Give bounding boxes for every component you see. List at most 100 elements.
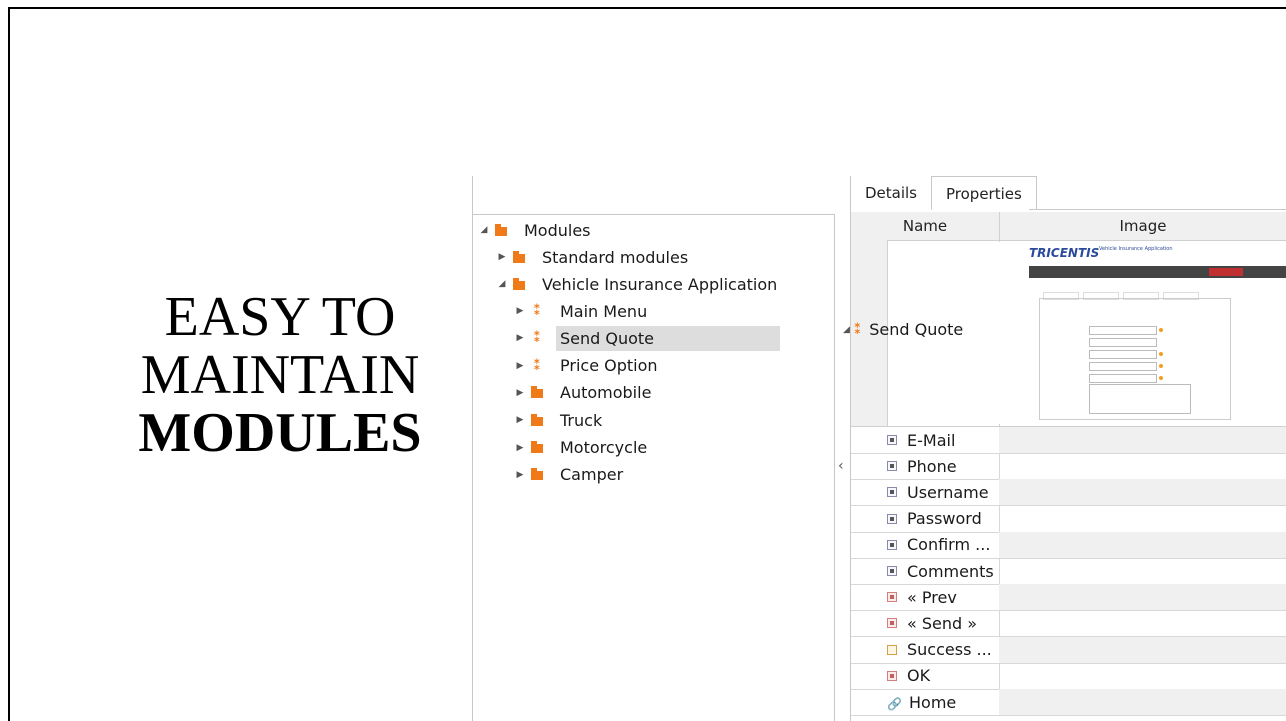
tree-item-price-option[interactable]: ▶ ⁑ Price Option — [514, 353, 662, 379]
tab-details[interactable]: Details — [851, 176, 933, 210]
row-stub — [851, 584, 887, 610]
field-row[interactable]: Username — [851, 479, 1286, 507]
row-stub — [851, 558, 887, 584]
tree-item-main-menu[interactable]: ▶ ⁑ Main Menu — [514, 298, 651, 324]
module-screenshot-thumbnail[interactable]: TRICENTIS Vehicle Insurance Application — [999, 242, 1286, 424]
expanded-arrow-icon[interactable]: ◢ — [496, 279, 508, 289]
field-image-cell — [999, 689, 1286, 715]
field-row[interactable]: Password — [851, 505, 1286, 533]
module-icon: ⁑ — [533, 357, 541, 374]
field-row[interactable]: E-Mail — [851, 427, 1286, 454]
button-field-icon — [887, 618, 897, 629]
field-label: Comments — [907, 561, 994, 581]
field-row[interactable]: « Send » — [851, 610, 1286, 638]
button-field-icon — [887, 670, 897, 681]
field-row[interactable]: Comments — [851, 558, 1286, 585]
expanded-arrow-icon[interactable]: ◢ — [478, 225, 490, 235]
tree-item-label: Main Menu — [560, 301, 648, 321]
input-field-icon — [887, 487, 897, 498]
module-icon: ⁑ — [533, 303, 541, 319]
thumbnail-required-mark — [1159, 376, 1163, 380]
field-name-cell: « Prev — [887, 584, 1000, 611]
tree-item-truck[interactable]: ▶ Truck — [514, 407, 606, 433]
field-image-cell — [999, 531, 1286, 558]
tree-item-standard-modules[interactable]: ▶ Standard modules — [496, 244, 692, 270]
thumbnail-field — [1089, 350, 1157, 359]
field-label: Home — [909, 692, 957, 712]
folder-icon — [528, 386, 546, 400]
field-name-cell: Success ... — [887, 636, 1000, 663]
field-label: « Prev — [907, 587, 957, 607]
thumbnail-comment-box — [1089, 384, 1191, 414]
thumbnail-app-title: Vehicle Insurance Application — [1099, 246, 1173, 252]
tree-border — [834, 214, 835, 721]
tree-item-vehicle-insurance-application[interactable]: ◢ Vehicle Insurance Application — [496, 271, 781, 297]
field-name-cell: OK — [887, 662, 1000, 689]
thumbnail-required-mark — [1159, 364, 1163, 368]
details-tabs: Details Properties — [851, 176, 1037, 210]
field-label: Username — [907, 482, 989, 502]
row-stub — [851, 637, 887, 663]
tree-item-send-quote[interactable]: ▶ ⁑ Send Quote — [514, 325, 780, 351]
field-label: Confirm ... — [907, 535, 991, 555]
field-label: Password — [907, 509, 982, 529]
tree-item-label: Truck — [560, 410, 603, 430]
column-header-image[interactable]: Image — [999, 212, 1286, 240]
collapsed-arrow-icon[interactable]: ▶ — [514, 361, 526, 371]
collapsed-arrow-icon[interactable]: ▶ — [514, 333, 526, 343]
tree-item-automobile[interactable]: ▶ Automobile — [514, 380, 655, 406]
row-stub — [851, 427, 887, 453]
input-field-icon — [887, 539, 897, 550]
thumbnail-field — [1089, 374, 1157, 383]
field-image-cell — [999, 453, 1286, 479]
field-row[interactable]: 🔗 Home — [851, 689, 1286, 716]
tab-properties[interactable]: Properties — [932, 176, 1037, 210]
grid-header: Name Image — [851, 212, 1286, 241]
column-header-name[interactable]: Name — [851, 212, 1000, 240]
collapsed-arrow-icon[interactable]: ▶ — [496, 252, 508, 262]
thumbnail-nav-button — [1209, 268, 1243, 276]
heading-line-1: EASY TO — [164, 286, 396, 348]
field-row[interactable]: Confirm ... — [851, 531, 1286, 559]
tree-item-modules[interactable]: ◢ Modules — [478, 217, 595, 243]
field-row[interactable]: Success ... — [851, 636, 1286, 664]
thumbnail-brand: TRICENTIS — [1029, 246, 1100, 260]
folder-icon — [492, 223, 510, 237]
heading-line-3: MODULES — [138, 402, 422, 464]
collapsed-arrow-icon[interactable]: ▶ — [514, 388, 526, 398]
row-stub — [851, 453, 887, 479]
field-row[interactable]: Phone — [851, 453, 1286, 481]
field-image-cell — [999, 610, 1286, 636]
input-field-icon — [887, 435, 897, 445]
tree-item-label: Send Quote — [556, 325, 780, 351]
thumbnail-field — [1089, 362, 1157, 371]
tree-item-label: Vehicle Insurance Application — [542, 274, 778, 294]
field-label: Phone — [907, 456, 957, 476]
row-stub — [851, 532, 887, 558]
expanded-arrow-icon[interactable]: ◢ — [843, 325, 850, 335]
heading-line-2: MAINTAIN — [140, 344, 420, 406]
field-image-cell — [999, 427, 1286, 453]
tree-item-label: Camper — [560, 465, 624, 485]
tree-item-motorcycle[interactable]: ▶ Motorcycle — [514, 435, 651, 461]
tree-item-camper[interactable]: ▶ Camper — [514, 462, 627, 488]
collapse-panel-chevron-icon[interactable]: ‹ — [838, 458, 844, 474]
collapsed-arrow-icon[interactable]: ▶ — [514, 470, 526, 480]
field-image-cell — [999, 479, 1286, 506]
field-row[interactable]: OK — [851, 662, 1286, 690]
collapsed-arrow-icon[interactable]: ▶ — [514, 306, 526, 316]
module-name: ◢ ⁑ Send Quote — [843, 320, 963, 339]
field-row[interactable]: « Prev — [851, 584, 1286, 612]
collapsed-arrow-icon[interactable]: ▶ — [514, 415, 526, 425]
folder-icon — [528, 413, 546, 427]
module-row-send-quote[interactable]: ◢ ⁑ Send Quote TRICENTIS Vehicle Insuran… — [843, 240, 1286, 427]
input-field-icon — [887, 566, 897, 576]
tree-header — [473, 176, 835, 215]
field-image-cell — [999, 636, 1286, 663]
folder-icon — [528, 468, 546, 482]
field-name-cell: E-Mail — [887, 427, 1000, 453]
collapsed-arrow-icon[interactable]: ▶ — [514, 443, 526, 453]
thumbnail-required-mark — [1159, 328, 1163, 332]
field-name-cell: 🔗 Home — [887, 689, 1000, 715]
text-field-icon — [887, 644, 897, 655]
